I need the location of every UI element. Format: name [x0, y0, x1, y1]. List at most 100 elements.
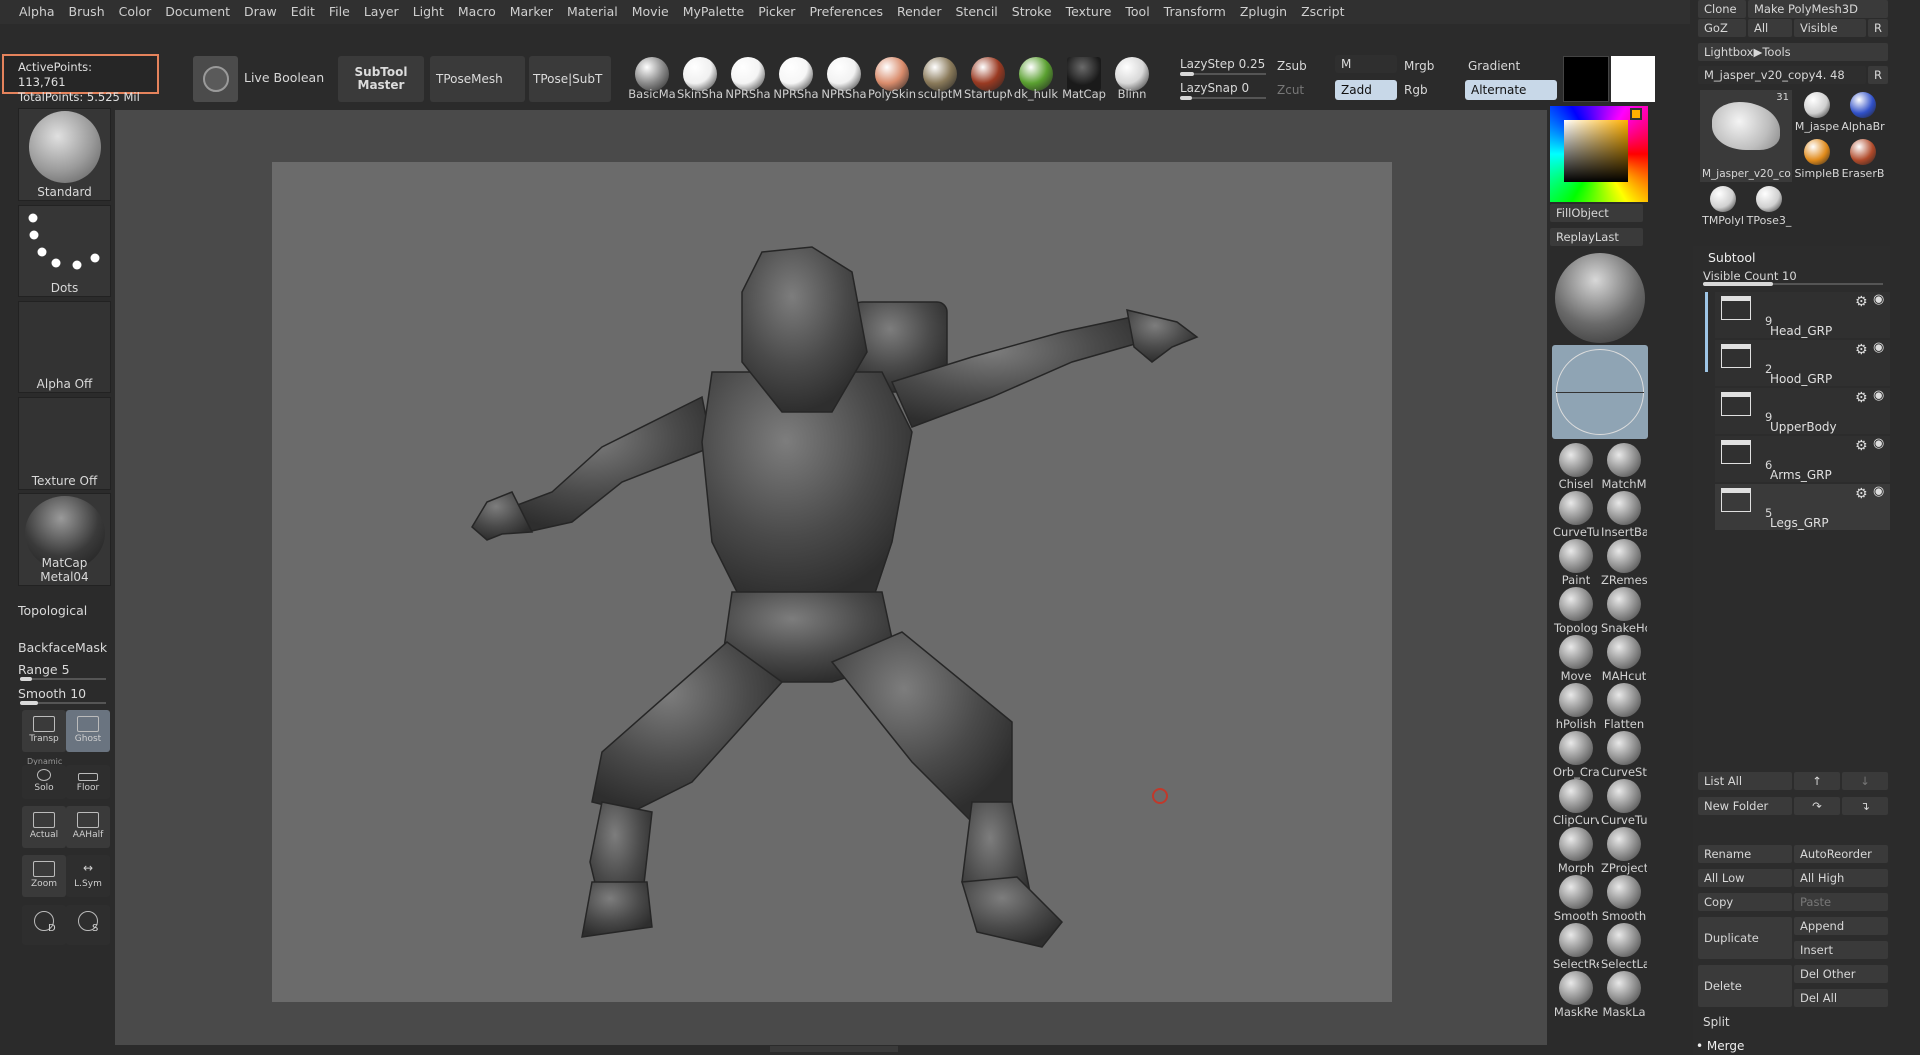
subtool-header[interactable]: Subtool: [1708, 250, 1755, 265]
brush-mahcut[interactable]: MAHcut: [1601, 635, 1647, 683]
ghost-button[interactable]: Ghost: [66, 710, 110, 752]
visible-count-track[interactable]: [1703, 282, 1883, 286]
brush-snakeho[interactable]: SnakeHo: [1601, 587, 1647, 635]
material-ball-icon[interactable]: [827, 57, 861, 91]
lazysnap-slider[interactable]: LazySnap 0: [1180, 81, 1249, 95]
tool-thumbnail[interactable]: SimpleB: [1794, 137, 1840, 183]
material-ball-icon[interactable]: [1115, 57, 1149, 91]
brush-curvest[interactable]: CurveSt: [1601, 731, 1647, 779]
menu-preferences[interactable]: Preferences: [802, 0, 890, 24]
merge-section[interactable]: • Merge: [1696, 1039, 1744, 1053]
move-up-icon[interactable]: ↑: [1794, 772, 1840, 790]
split-section[interactable]: Split: [1703, 1015, 1730, 1029]
smooth-track[interactable]: [20, 701, 106, 705]
live-boolean-button[interactable]: Live Boolean: [244, 70, 324, 85]
paste-button[interactable]: Paste: [1794, 893, 1888, 911]
menu-stencil[interactable]: Stencil: [949, 0, 1005, 24]
lsym-button[interactable]: ↔ L.Sym: [66, 855, 110, 897]
brush-topolog[interactable]: Topolog: [1553, 587, 1599, 635]
brush-smooth[interactable]: Smooth: [1601, 875, 1647, 923]
brush-flatten[interactable]: Flatten: [1601, 683, 1647, 731]
insert-button[interactable]: Insert: [1794, 941, 1888, 959]
smooth-slider[interactable]: Smooth 10: [18, 686, 111, 701]
subtool-folder-row[interactable]: 9 Head_GRP ⚙ ◉: [1715, 292, 1890, 338]
subtool-folder-row[interactable]: 2 Hood_GRP ⚙ ◉: [1715, 340, 1890, 386]
subtool-folder-row[interactable]: 9 UpperBody ⚙ ◉: [1715, 388, 1890, 434]
eye-icon[interactable]: ◉: [1873, 388, 1884, 403]
menu-document[interactable]: Document: [158, 0, 237, 24]
arrow-turn-up-icon[interactable]: ↷: [1794, 797, 1840, 815]
stroke-slot[interactable]: Dots: [18, 205, 111, 297]
visible-count-slider[interactable]: Visible Count 10: [1703, 269, 1797, 283]
brush-clipcurv[interactable]: ClipCurv: [1553, 779, 1599, 827]
lazystep-slider[interactable]: LazyStep 0.25: [1180, 57, 1265, 71]
material-ball-icon[interactable]: [779, 57, 813, 91]
menu-color[interactable]: Color: [112, 0, 159, 24]
arrow-turn-down-icon[interactable]: ↴: [1842, 797, 1888, 815]
menu-light[interactable]: Light: [406, 0, 451, 24]
brush-chisel[interactable]: Chisel: [1553, 443, 1599, 491]
tool-r-button[interactable]: R: [1868, 66, 1888, 84]
subtool-folder-row[interactable]: 6 Arms_GRP ⚙ ◉: [1715, 436, 1890, 482]
tool-thumbnail[interactable]: EraserB: [1840, 137, 1886, 183]
texture-slot[interactable]: Texture Off: [18, 397, 111, 490]
menu-zscript[interactable]: Zscript: [1294, 0, 1351, 24]
brush-curvetu[interactable]: CurveTu: [1553, 491, 1599, 539]
menu-mypalette[interactable]: MyPalette: [676, 0, 751, 24]
rename-button[interactable]: Rename: [1698, 845, 1792, 863]
backfacemask-toggle[interactable]: BackfaceMask: [18, 640, 111, 655]
draw-d-button[interactable]: D: [22, 905, 66, 945]
menu-zplugin[interactable]: Zplugin: [1233, 0, 1294, 24]
subtool-folder-row[interactable]: 5 Legs_GRP ⚙ ◉: [1715, 484, 1890, 530]
material-ball-icon[interactable]: [875, 57, 909, 91]
make-polymesh-button[interactable]: Make PolyMesh3D: [1748, 0, 1888, 18]
gradient-button[interactable]: Gradient: [1468, 59, 1520, 73]
brush-selectre[interactable]: SelectRe: [1553, 923, 1599, 971]
all-high-button[interactable]: All High: [1794, 869, 1888, 887]
rotation-sphere[interactable]: [1555, 253, 1645, 343]
menu-marker[interactable]: Marker: [503, 0, 560, 24]
material-slot[interactable]: MatCap Metal04: [18, 493, 111, 586]
material-ball-icon[interactable]: [683, 57, 717, 91]
alpha-slot[interactable]: Alpha Off: [18, 301, 111, 393]
solo-button[interactable]: Solo: [22, 765, 66, 799]
rgb-button[interactable]: Rgb: [1404, 83, 1428, 97]
append-button[interactable]: Append: [1794, 917, 1888, 935]
menu-transform[interactable]: Transform: [1157, 0, 1233, 24]
main-color-swatch[interactable]: [1611, 56, 1655, 102]
goz-button[interactable]: GoZ: [1698, 19, 1746, 37]
live-boolean-icon[interactable]: [193, 56, 238, 102]
color-picker[interactable]: [1550, 106, 1650, 202]
zcut-button[interactable]: Zcut: [1277, 83, 1304, 97]
zsub-button[interactable]: Zsub: [1277, 59, 1307, 73]
clone-button[interactable]: Clone: [1698, 0, 1746, 18]
menu-file[interactable]: File: [322, 0, 357, 24]
transp-button[interactable]: Transp: [22, 710, 66, 752]
menu-layer[interactable]: Layer: [357, 0, 406, 24]
brush-selectla[interactable]: SelectLa: [1601, 923, 1647, 971]
floor-button[interactable]: Floor: [66, 765, 110, 799]
range-slider[interactable]: Range 5: [18, 662, 111, 677]
tposemesh-button[interactable]: TPoseMesh: [430, 56, 525, 102]
lazysnap-track[interactable]: [1180, 96, 1266, 100]
secondary-color-swatch[interactable]: [1563, 56, 1609, 102]
actual-button[interactable]: Actual: [22, 806, 66, 848]
eye-icon[interactable]: ◉: [1873, 436, 1884, 451]
current-tool-slider[interactable]: M_jasper_v20_copy4. 48: [1698, 66, 1866, 84]
tpose-subt-button[interactable]: TPose|SubT: [529, 56, 611, 102]
delete-button[interactable]: Delete: [1698, 965, 1792, 1007]
all-low-button[interactable]: All Low: [1698, 869, 1792, 887]
brush-mode-preview[interactable]: [1552, 345, 1648, 439]
brush-smooth[interactable]: Smooth: [1553, 875, 1599, 923]
gear-icon[interactable]: ⚙: [1855, 342, 1868, 358]
alternate-button[interactable]: Alternate: [1465, 80, 1557, 100]
copy-button[interactable]: Copy: [1698, 893, 1792, 911]
tool-thumbnail[interactable]: M_jaspe: [1794, 90, 1840, 136]
r-button[interactable]: R: [1868, 19, 1888, 37]
menu-picker[interactable]: Picker: [751, 0, 802, 24]
del-other-button[interactable]: Del Other: [1794, 965, 1888, 983]
menu-tool[interactable]: Tool: [1118, 0, 1156, 24]
document-canvas[interactable]: [272, 162, 1392, 1002]
material-ball-icon[interactable]: [731, 57, 765, 91]
autoreorder-button[interactable]: AutoReorder: [1794, 845, 1888, 863]
